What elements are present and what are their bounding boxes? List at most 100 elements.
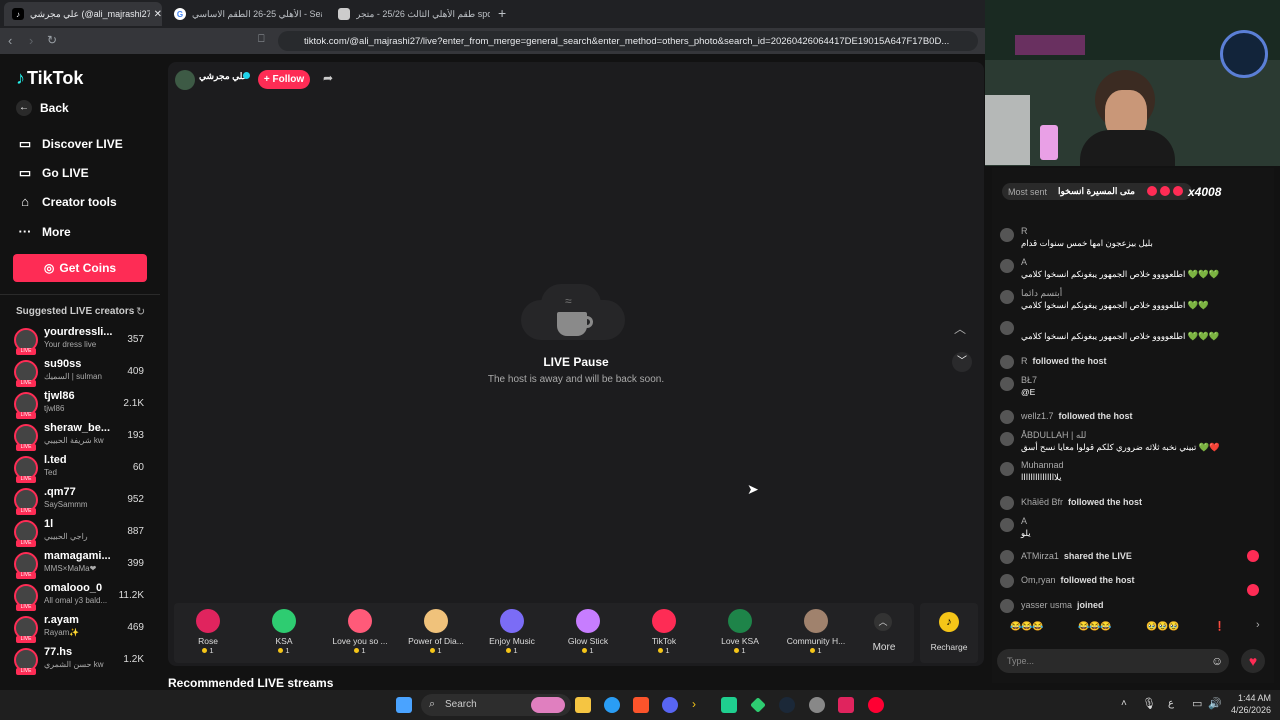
- creator-item[interactable]: LIVE tjwl86 tjwl86 2.1K: [14, 390, 154, 420]
- nav-go-live[interactable]: ▭ Go LIVE: [16, 165, 89, 181]
- chat-input[interactable]: Type... ☺: [997, 649, 1229, 673]
- app-diamond-icon[interactable]: [750, 697, 766, 713]
- browser-tab-store[interactable]: طقم الأهلي الثالث 25/26 - متجر sport: [330, 2, 490, 26]
- gift-item[interactable]: Love you so ... 1: [325, 603, 395, 655]
- avatar[interactable]: [1000, 432, 1014, 446]
- quick-emoji-row[interactable]: 😂😂😂 😂😂😂 🥹🥹🥹 ❗ ›: [1000, 617, 1264, 639]
- chevron-down-icon[interactable]: ﹀: [952, 352, 972, 372]
- new-tab-button[interactable]: +: [498, 5, 506, 21]
- nav-back[interactable]: ← Back: [16, 100, 69, 116]
- avatar[interactable]: [1000, 574, 1014, 588]
- chat-username[interactable]: أبتسم دائما: [1021, 288, 1062, 299]
- emoji-icon[interactable]: 😂😂😂: [1010, 621, 1044, 632]
- chat-username[interactable]: yasser usma: [1021, 600, 1072, 610]
- creator-item[interactable]: LIVE omalooo_0 All omal y3 bald... 11.2K: [14, 582, 154, 612]
- emoji-icon[interactable]: ❗: [1214, 621, 1225, 632]
- avatar[interactable]: [1000, 228, 1014, 242]
- gift-item[interactable]: Community H... 1: [781, 603, 851, 655]
- close-icon[interactable]: ✕: [154, 9, 162, 20]
- youtube-icon[interactable]: [868, 697, 884, 713]
- creator-item[interactable]: LIVE 77.hs حسن الشمري kw 1.2K: [14, 646, 154, 676]
- avatar[interactable]: [1000, 599, 1014, 613]
- obs-icon[interactable]: [809, 697, 825, 713]
- volume-icon[interactable]: 🔊: [1208, 697, 1222, 710]
- avatar[interactable]: [1000, 259, 1014, 273]
- chevron-app-icon[interactable]: ›: [692, 697, 708, 713]
- browser-tab-search[interactable]: G الأهلي 25-26 الطقم الاساسي - Search: [166, 2, 326, 26]
- gift-item[interactable]: KSA 1: [249, 603, 319, 655]
- creator-item[interactable]: LIVE .qm77 SaySammm 952: [14, 486, 154, 516]
- gift-item[interactable]: Enjoy Music 1: [477, 603, 547, 655]
- chat-username[interactable]: ATMirza1: [1021, 551, 1059, 561]
- recharge-button[interactable]: ♪ Recharge: [920, 603, 978, 663]
- gift-item[interactable]: Power of Dia... 1: [401, 603, 471, 655]
- avatar[interactable]: [1000, 377, 1014, 391]
- host-avatar[interactable]: [175, 70, 195, 90]
- back-arrow-icon[interactable]: ‹: [8, 33, 12, 48]
- creator-item[interactable]: LIVE yourdressli... Your dress live 357: [14, 326, 154, 356]
- reload-icon[interactable]: ↻: [47, 33, 57, 47]
- tiktok-logo[interactable]: ♪ TikTok: [16, 68, 83, 89]
- windows-start-icon[interactable]: [396, 697, 412, 713]
- chat-username[interactable]: wellz1.7: [1021, 411, 1054, 421]
- follow-button[interactable]: + Follow: [258, 70, 310, 89]
- get-coins-button[interactable]: ◎ Get Coins: [13, 254, 147, 282]
- creator-item[interactable]: LIVE r.ayam Rayam✨ 469: [14, 614, 154, 644]
- avatar[interactable]: [1000, 410, 1014, 424]
- edge-icon[interactable]: [604, 697, 620, 713]
- emoji-icon[interactable]: 🥹🥹🥹: [1146, 621, 1180, 632]
- avatar[interactable]: [1000, 321, 1014, 335]
- chevron-right-icon[interactable]: ›: [1256, 619, 1260, 631]
- steam-icon[interactable]: [779, 697, 795, 713]
- chat-username[interactable]: R: [1021, 356, 1028, 366]
- taskbar-search[interactable]: ⌕ Search: [421, 694, 571, 716]
- nav-discover-live[interactable]: ▭ Discover LIVE: [16, 136, 123, 152]
- creator-item[interactable]: LIVE su90ss السميك | sulman 409: [14, 358, 154, 388]
- clock-date[interactable]: 4/26/2026: [1226, 705, 1271, 715]
- live-player[interactable]: علي مجرشي + Follow ➦ ≈ LIVE Pause The ho…: [168, 62, 984, 666]
- forward-arrow-icon[interactable]: ›: [29, 33, 33, 48]
- heart-like-button[interactable]: ♥: [1241, 649, 1265, 673]
- chevron-up-icon[interactable]: ︿: [954, 320, 966, 337]
- chevron-up-icon[interactable]: ︿: [874, 613, 892, 631]
- host-name[interactable]: علي مجرشي: [199, 71, 248, 82]
- chat-username[interactable]: ÅBDULLAH | لله: [1021, 430, 1086, 441]
- creator-item[interactable]: LIVE mamagami... MMS×MaMa❤ 399: [14, 550, 154, 580]
- share-icon[interactable]: ➦: [323, 71, 333, 85]
- file-explorer-icon[interactable]: [575, 697, 591, 713]
- gift-item[interactable]: Rose 1: [173, 603, 243, 655]
- creator-item[interactable]: LIVE 1l راجي الحبيبي 887: [14, 518, 154, 548]
- discord-icon[interactable]: [662, 697, 678, 713]
- browser-tab-tiktok[interactable]: ♪ علي مجرشي (@ali_majrashi27) LIVE ✕: [4, 2, 162, 26]
- chat-username[interactable]: Om,ryan: [1021, 575, 1056, 585]
- brave-icon[interactable]: [633, 697, 649, 713]
- chat-username[interactable]: Muhannad: [1021, 460, 1064, 470]
- gift-item[interactable]: TikTok 1: [629, 603, 699, 655]
- bookmark-icon[interactable]: ⎕: [258, 33, 265, 46]
- chat-username[interactable]: BŁ7: [1021, 375, 1037, 385]
- url-input[interactable]: tiktok.com/@ali_majrashi27/live?enter_fr…: [278, 31, 978, 51]
- microphone-icon[interactable]: 🎙: [1142, 697, 1156, 710]
- creator-item[interactable]: LIVE sheraw_be... شريفة الحبيبي kw 193: [14, 422, 154, 452]
- app-icon[interactable]: [838, 697, 854, 713]
- chat-username[interactable]: R: [1021, 226, 1028, 236]
- avatar[interactable]: [1000, 355, 1014, 369]
- avatar[interactable]: [1000, 518, 1014, 532]
- refresh-icon[interactable]: ↻: [136, 305, 145, 318]
- creator-item[interactable]: LIVE l.ted Ted 60: [14, 454, 154, 484]
- chat-username[interactable]: A: [1021, 257, 1027, 267]
- avatar[interactable]: [1000, 550, 1014, 564]
- nav-creator-tools[interactable]: ⌂ Creator tools: [16, 194, 117, 209]
- nav-more[interactable]: ··· More: [16, 224, 71, 239]
- emoji-icon[interactable]: 😂😂😂: [1078, 621, 1112, 632]
- gift-item[interactable]: Love KSA 1: [705, 603, 775, 655]
- chat-username[interactable]: A: [1021, 516, 1027, 526]
- gift-item[interactable]: Glow Stick 1: [553, 603, 623, 655]
- app-icon[interactable]: [721, 697, 737, 713]
- gift-more[interactable]: More: [860, 642, 908, 653]
- clock-time[interactable]: 1:44 AM: [1226, 693, 1271, 703]
- avatar[interactable]: [1000, 496, 1014, 510]
- emoji-picker-icon[interactable]: ☺: [1211, 654, 1223, 668]
- language-indicator[interactable]: ع: [1168, 698, 1174, 709]
- chat-username[interactable]: Khālēd Bfr: [1021, 497, 1063, 507]
